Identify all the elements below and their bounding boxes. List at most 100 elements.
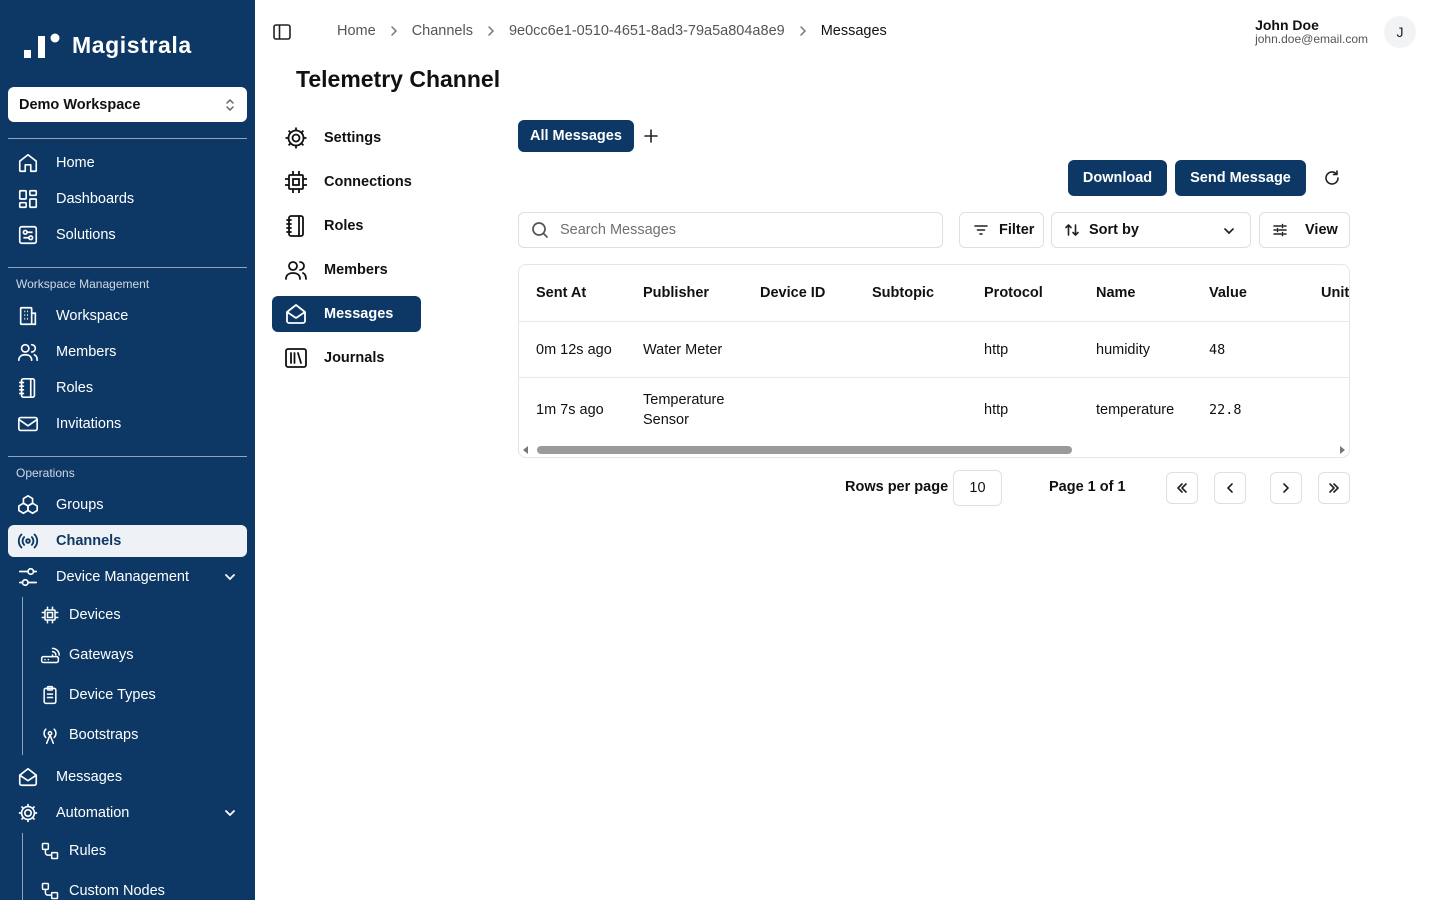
search-box <box>518 212 943 248</box>
sliders-icon <box>16 565 40 589</box>
channel-nav-label: Messages <box>324 306 394 322</box>
submenu-rail <box>22 833 23 900</box>
scrollbar-thumb[interactable] <box>537 446 1072 454</box>
user-email: john.doe@email.com <box>1255 32 1368 46</box>
sidebar-subitem-device-types[interactable]: Device Types <box>40 680 156 710</box>
mail-open-icon <box>284 302 308 326</box>
last-page-button[interactable] <box>1318 472 1350 504</box>
settings-sliders-icon <box>1272 222 1288 238</box>
sidebar-item-workspace[interactable]: Workspace <box>8 300 247 332</box>
channel-nav-label: Connections <box>324 174 412 190</box>
sort-select[interactable]: Sort by <box>1051 212 1251 248</box>
scroll-left-icon[interactable] <box>523 446 529 454</box>
next-page-button[interactable] <box>1270 472 1302 504</box>
breadcrumb-channel-id[interactable]: 9e0cc6e1-0510-4651-8ad3-79a5a804a8e9 <box>509 23 785 39</box>
sidebar-item-messages[interactable]: Messages <box>8 761 247 793</box>
chevron-down-icon <box>1222 224 1236 238</box>
cog-icon <box>16 801 40 825</box>
channel-nav-members[interactable]: Members <box>272 252 421 288</box>
avatar[interactable]: J <box>1384 16 1416 48</box>
filter-icon <box>973 222 989 238</box>
sidebar-toggle-icon[interactable] <box>273 24 291 40</box>
channel-nav-label: Journals <box>324 350 385 366</box>
workspace-select[interactable]: Demo Workspace <box>8 87 247 122</box>
first-page-button[interactable] <box>1166 472 1198 504</box>
app-logo[interactable]: Magistrala <box>24 30 192 60</box>
tab-all-messages[interactable]: All Messages <box>518 120 634 152</box>
filter-label: Filter <box>999 222 1035 238</box>
sidebar-item-device-management[interactable]: Device Management <box>8 561 247 593</box>
cell-publisher: Water Meter <box>643 341 723 358</box>
sidebar-item-members[interactable]: Members <box>8 336 247 368</box>
sidebar-item-label: Invitations <box>56 416 122 432</box>
app-name: Magistrala <box>72 31 192 58</box>
sidebar-item-label: Dashboards <box>56 191 135 207</box>
cell-value: 22.8 <box>1209 402 1242 418</box>
building-icon <box>16 304 40 328</box>
cell-name: humidity <box>1096 341 1150 358</box>
sidebar-item-label: Solutions <box>56 227 116 243</box>
user-info[interactable]: John Doe john.doe@email.com <box>1255 18 1368 46</box>
breadcrumb-home[interactable]: Home <box>337 23 376 39</box>
sidebar-item-label: Members <box>56 344 117 360</box>
sidebar-item-automation[interactable]: Automation <box>8 797 247 829</box>
table-row[interactable]: 0m 12s ago Water Meter http humidity 48 <box>519 322 1349 378</box>
channel-nav-label: Roles <box>324 218 364 234</box>
router-icon <box>40 645 60 665</box>
chevrons-left-icon <box>1177 483 1187 493</box>
channel-nav-roles[interactable]: Roles <box>272 208 421 244</box>
magistrala-logo-icon <box>24 33 60 58</box>
dashboards-icon <box>16 187 40 211</box>
column-header-unit[interactable]: Unit <box>1321 265 1349 321</box>
sidebar-section-operations: Operations <box>16 466 75 480</box>
sidebar-subitem-bootstraps[interactable]: Bootstraps <box>40 720 138 750</box>
send-message-button[interactable]: Send Message <box>1175 160 1306 196</box>
channel-nav-journals[interactable]: Journals <box>272 340 421 376</box>
sidebar-item-invitations[interactable]: Invitations <box>8 408 247 440</box>
chevrons-up-down-icon <box>226 98 234 111</box>
sidebar-item-label: Channels <box>56 533 122 549</box>
column-header-value[interactable]: Value <box>1209 265 1247 321</box>
scroll-right-icon[interactable] <box>1339 446 1345 454</box>
sidebar-item-channels[interactable]: Channels <box>8 525 247 557</box>
sidebar-item-home[interactable]: Home <box>8 147 247 179</box>
submenu-rail <box>22 597 23 755</box>
column-header-publisher[interactable]: Publisher <box>643 265 709 321</box>
sidebar-subitem-rules[interactable]: Rules <box>40 836 106 866</box>
channel-nav-messages[interactable]: Messages <box>272 296 421 332</box>
sidebar-divider <box>8 138 247 139</box>
column-header-subtopic[interactable]: Subtopic <box>872 265 934 321</box>
sidebar-item-groups[interactable]: Groups <box>8 489 247 521</box>
horizontal-scrollbar[interactable] <box>519 443 1349 457</box>
gear-icon <box>284 126 308 150</box>
plus-icon[interactable] <box>642 127 660 145</box>
breadcrumb-current: Messages <box>820 23 887 39</box>
sidebar-subitem-label: Bootstraps <box>69 727 139 743</box>
column-header-name[interactable]: Name <box>1096 265 1136 321</box>
sidebar-item-solutions[interactable]: Solutions <box>8 219 247 251</box>
sidebar-subitem-devices[interactable]: Devices <box>40 600 121 630</box>
chevron-down-icon <box>225 810 235 817</box>
solutions-icon <box>16 223 40 247</box>
column-header-protocol[interactable]: Protocol <box>984 265 1043 321</box>
previous-page-button[interactable] <box>1214 472 1246 504</box>
table-row[interactable]: 1m 7s ago Temperature Sensor http temper… <box>519 378 1349 442</box>
users-icon <box>16 340 40 364</box>
filter-button[interactable]: Filter <box>959 212 1044 248</box>
sidebar-item-label: Home <box>56 155 95 171</box>
channel-nav-connections[interactable]: Connections <box>272 164 421 200</box>
sidebar-subitem-gateways[interactable]: Gateways <box>40 640 133 670</box>
breadcrumb-channels[interactable]: Channels <box>412 23 473 39</box>
search-input[interactable] <box>560 222 920 238</box>
download-button[interactable]: Download <box>1068 160 1167 196</box>
column-header-device-id[interactable]: Device ID <box>760 265 825 321</box>
sidebar-item-roles[interactable]: Roles <box>8 372 247 404</box>
refresh-icon[interactable] <box>1322 168 1342 188</box>
search-icon <box>531 221 549 239</box>
rows-per-page-select[interactable]: 10 <box>953 470 1002 506</box>
channel-nav-settings[interactable]: Settings <box>272 120 421 156</box>
sidebar-item-dashboards[interactable]: Dashboards <box>8 183 247 215</box>
column-header-sent-at[interactable]: Sent At <box>536 265 586 321</box>
sidebar-subitem-custom-nodes[interactable]: Custom Nodes <box>40 876 165 900</box>
view-button[interactable]: View <box>1259 212 1350 248</box>
